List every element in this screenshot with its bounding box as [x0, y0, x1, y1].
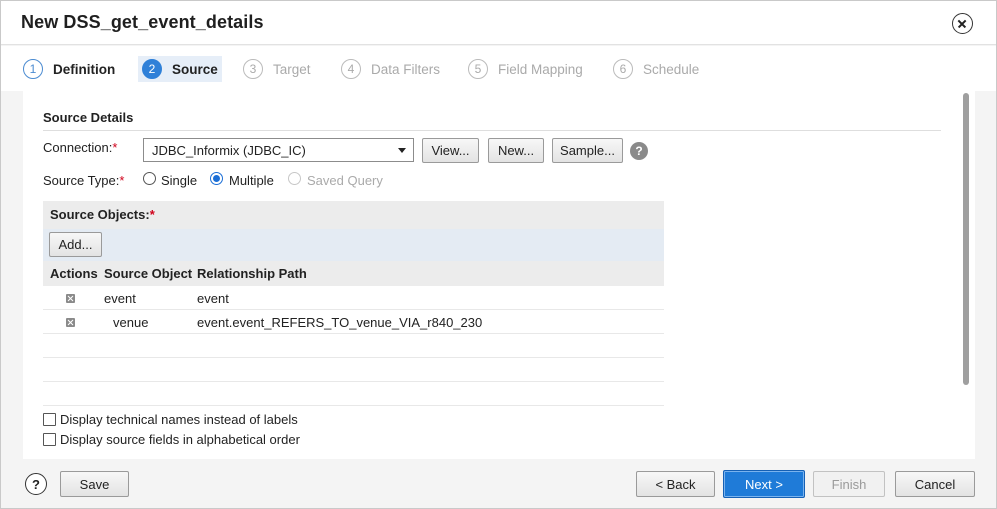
close-icon[interactable] — [952, 13, 973, 34]
save-button[interactable]: Save — [60, 471, 129, 497]
required-mark: * — [119, 173, 125, 188]
vertical-scrollbar[interactable] — [963, 93, 969, 385]
step-number: 2 — [142, 59, 162, 79]
dialog-title: New DSS_get_event_details — [21, 12, 264, 32]
back-button[interactable]: < Back — [636, 471, 715, 497]
step-label: Source — [172, 61, 218, 77]
step-label: Target — [273, 61, 311, 77]
step-target: 3 Target — [243, 56, 311, 82]
source-type-label-text: Source Type: — [43, 173, 120, 188]
step-number: 4 — [341, 59, 361, 79]
section-title: Source Details — [43, 110, 134, 125]
finish-button: Finish — [813, 471, 885, 497]
connection-label: Connection:* — [43, 140, 117, 155]
radio-multiple-label: Multiple — [229, 173, 274, 188]
step-definition[interactable]: 1 Definition — [23, 56, 115, 82]
step-label: Schedule — [643, 61, 700, 77]
source-objects-label-text: Source Objects: — [50, 207, 150, 222]
new-button[interactable]: New... — [488, 138, 544, 163]
technical-names-checkbox[interactable] — [43, 413, 56, 426]
step-schedule: 6 Schedule — [613, 56, 699, 82]
step-source[interactable]: 2 Source — [138, 56, 222, 82]
view-button[interactable]: View... — [422, 138, 479, 163]
step-number: 5 — [468, 59, 488, 79]
radio-single-label: Single — [161, 173, 198, 188]
row-relationship-path: event.event_REFERS_TO_venue_VIA_r840_230 — [197, 315, 483, 330]
radio-saved-query-label: Saved Query — [307, 173, 383, 188]
step-label: Data Filters — [371, 61, 441, 77]
table-row-empty — [43, 358, 664, 382]
chevron-down-icon — [398, 148, 406, 153]
remove-icon[interactable] — [66, 294, 75, 303]
table-row[interactable]: event event — [43, 286, 664, 310]
step-number: 6 — [613, 59, 633, 79]
source-objects-header: Source Objects:* — [43, 201, 664, 229]
source-objects-label: Source Objects:* — [50, 207, 155, 222]
alphabetical-order-label: Display source fields in alphabetical or… — [60, 432, 300, 447]
section-divider — [43, 130, 941, 131]
step-label: Definition — [53, 61, 116, 77]
row-source-object: venue — [113, 315, 149, 330]
remove-icon[interactable] — [66, 318, 75, 327]
row-relationship-path: event — [197, 291, 229, 306]
alphabetical-order-checkbox[interactable] — [43, 433, 56, 446]
step-number: 3 — [243, 59, 263, 79]
table-row-empty — [43, 382, 664, 406]
required-mark: * — [112, 140, 118, 155]
help-icon[interactable]: ? — [25, 473, 47, 495]
column-actions: Actions — [50, 266, 98, 281]
step-data-filters: 4 Data Filters — [341, 56, 440, 82]
title-bar: New DSS_get_event_details — [1, 1, 996, 45]
next-button[interactable]: Next > — [723, 470, 805, 498]
help-icon[interactable]: ? — [630, 142, 648, 160]
connection-select[interactable]: JDBC_Informix (JDBC_IC) — [143, 138, 414, 162]
sample-button[interactable]: Sample... — [552, 138, 623, 163]
table-row-empty — [43, 334, 664, 358]
table-row[interactable]: venue event.event_REFERS_TO_venue_VIA_r8… — [43, 310, 664, 334]
table-header: Actions Source Object Relationship Path — [43, 261, 664, 286]
connection-label-text: Connection: — [43, 140, 113, 155]
step-field-mapping: 5 Field Mapping — [468, 56, 583, 82]
technical-names-label: Display technical names instead of label… — [60, 412, 298, 427]
step-label: Field Mapping — [498, 61, 583, 77]
source-type-label: Source Type:* — [43, 173, 124, 188]
cancel-button[interactable]: Cancel — [895, 471, 975, 497]
radio-saved-query — [288, 172, 301, 185]
radio-single[interactable] — [143, 172, 156, 185]
source-objects-toolbar: Add... — [43, 229, 664, 261]
column-source-object: Source Object — [104, 266, 193, 281]
connection-value: JDBC_Informix (JDBC_IC) — [152, 143, 306, 158]
dialog-window: New DSS_get_event_details 1 Definition 2… — [0, 0, 997, 509]
column-relationship-path: Relationship Path — [197, 266, 307, 281]
radio-multiple[interactable] — [210, 172, 223, 185]
add-button[interactable]: Add... — [49, 232, 102, 257]
required-mark: * — [149, 207, 155, 222]
row-source-object: event — [104, 291, 136, 306]
step-number: 1 — [23, 59, 43, 79]
wizard-steps: 1 Definition 2 Source 3 Target 4 Data Fi… — [1, 46, 996, 91]
